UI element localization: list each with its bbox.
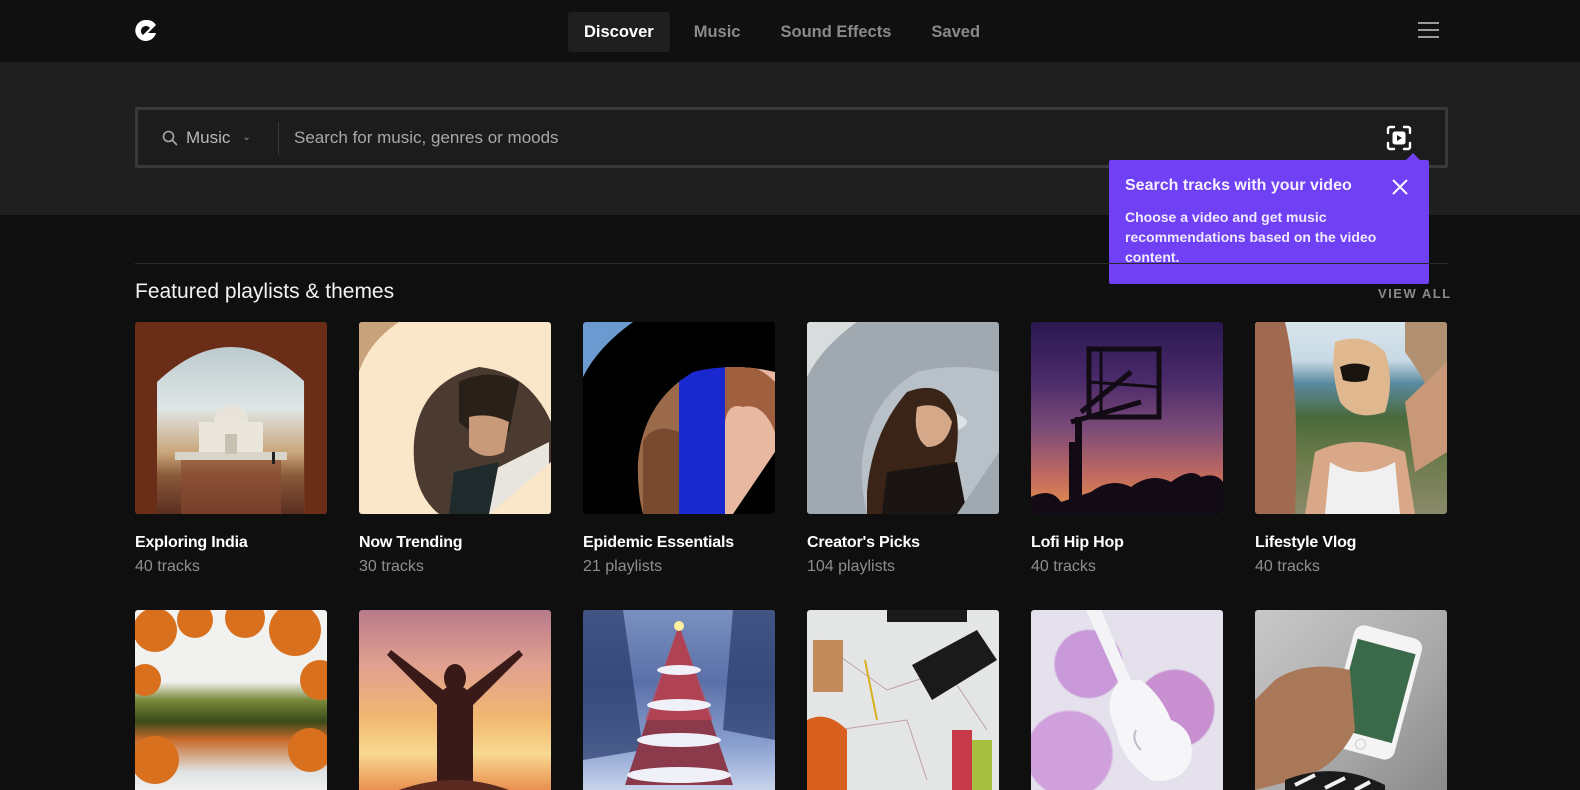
playlist-card[interactable]: Lifestyle Vlog 40 tracks	[1255, 322, 1447, 576]
playlist-card[interactable]: Epidemic Essentials 21 playlists	[583, 322, 775, 576]
playlist-title: Lofi Hip Hop	[1031, 534, 1124, 551]
playlist-count: 30 tracks	[359, 558, 424, 575]
playlist-thumbnail-epidemic-essentials	[583, 322, 775, 514]
selfie-woman-illustration	[1255, 322, 1447, 514]
playlist-title: Exploring India	[135, 534, 248, 551]
video-scan-icon[interactable]	[1386, 125, 1412, 151]
christmas-tree-illustration	[583, 610, 775, 785]
playlist-grid-row-2	[135, 610, 1449, 790]
playlist-count: 40 tracks	[1255, 558, 1320, 575]
playlist-thumbnail-christmas-tree	[583, 610, 775, 790]
playlist-title: Lifestyle Vlog	[1255, 534, 1357, 551]
playlist-thumbnail-lifestyle-vlog	[1255, 322, 1447, 514]
playlist-card[interactable]	[135, 610, 327, 790]
playlist-count: 21 playlists	[583, 558, 663, 575]
playlist-thumbnail-lofi-hip-hop	[1031, 322, 1223, 514]
playlist-count: 40 tracks	[1031, 558, 1096, 575]
portrait-woman-illustration	[807, 322, 999, 514]
search-divider	[278, 122, 279, 155]
portrait-man-illustration	[359, 322, 551, 514]
hamburger-menu-icon[interactable]	[1418, 22, 1439, 40]
playlist-card[interactable]	[583, 610, 775, 790]
epidemic-logo-icon[interactable]	[135, 19, 157, 43]
travel-flatlay-illustration	[807, 610, 997, 790]
top-navigation-bar: Discover Music Sound Effects Saved	[0, 0, 1580, 63]
playlist-card[interactable]: Creator's Picks 104 playlists	[807, 322, 999, 576]
close-icon[interactable]	[1391, 178, 1409, 196]
playlist-thumbnail-sunset-silhouette	[359, 610, 551, 790]
playlist-thumbnail-autumn-lake	[135, 610, 327, 790]
playlist-card[interactable]: Now Trending 30 tracks	[359, 322, 551, 576]
section-title: Featured playlists & themes	[135, 280, 395, 303]
playlist-thumbnail-phone-in-hand	[1255, 610, 1447, 790]
playlist-title: Now Trending	[359, 534, 463, 551]
playlist-thumbnail-creators-picks	[807, 322, 999, 514]
video-search-tooltip: Search tracks with your video Choose a v…	[1109, 153, 1429, 284]
search-bar: Music ⌄	[135, 107, 1448, 168]
playlist-title: Epidemic Essentials	[583, 534, 734, 551]
section-divider	[135, 263, 1448, 264]
nav-tab-sound-effects[interactable]: Sound Effects	[764, 12, 907, 52]
playlist-thumbnail-exploring-india	[135, 322, 327, 514]
portrait-collage-illustration	[583, 322, 775, 514]
basketball-hoop-illustration	[1031, 346, 1223, 514]
tooltip-body: Choose a video and get music recommendat…	[1125, 209, 1377, 265]
taj-mahal-illustration	[135, 322, 327, 514]
playlist-count: 104 playlists	[807, 558, 896, 575]
playlist-card[interactable]	[359, 610, 551, 790]
chevron-down-icon: ⌄	[242, 132, 251, 143]
view-all-link[interactable]: VIEW ALL	[1378, 286, 1452, 301]
search-scope-label: Music	[186, 127, 231, 147]
tooltip-title: Search tracks with your video	[1125, 177, 1352, 194]
search-icon	[162, 130, 178, 145]
hand-holding-phone-illustration	[1255, 625, 1423, 790]
playlist-thumbnail-now-trending	[359, 322, 551, 514]
menu-line	[1418, 22, 1439, 24]
nav-tab-saved[interactable]: Saved	[915, 12, 996, 52]
playlist-count: 40 tracks	[135, 558, 200, 575]
search-scope-dropdown[interactable]: Music ⌄	[162, 110, 251, 165]
playlist-card[interactable]: Exploring India 40 tracks	[135, 322, 327, 576]
playlist-card[interactable]	[1255, 610, 1447, 790]
playlist-grid-row-1: Exploring India 40 tracks Now Trending 3…	[135, 322, 1449, 576]
menu-line	[1418, 29, 1439, 31]
search-input[interactable]	[294, 110, 1374, 165]
playlist-card[interactable]: Lofi Hip Hop 40 tracks	[1031, 322, 1223, 576]
playlist-card[interactable]	[1031, 610, 1223, 790]
nav-tab-music[interactable]: Music	[678, 12, 757, 52]
playlist-title: Creator's Picks	[807, 534, 920, 551]
playlist-thumbnail-violin-flowers	[1031, 610, 1223, 790]
woman-silhouette-illustration	[387, 650, 523, 790]
white-violin-illustration	[1086, 610, 1192, 781]
menu-line	[1418, 36, 1439, 38]
autumn-leaves-illustration	[135, 610, 327, 784]
playlist-thumbnail-travel-map	[807, 610, 999, 790]
main-nav: Discover Music Sound Effects Saved	[568, 12, 1004, 52]
playlist-card[interactable]	[807, 610, 999, 790]
nav-tab-discover[interactable]: Discover	[568, 12, 670, 52]
